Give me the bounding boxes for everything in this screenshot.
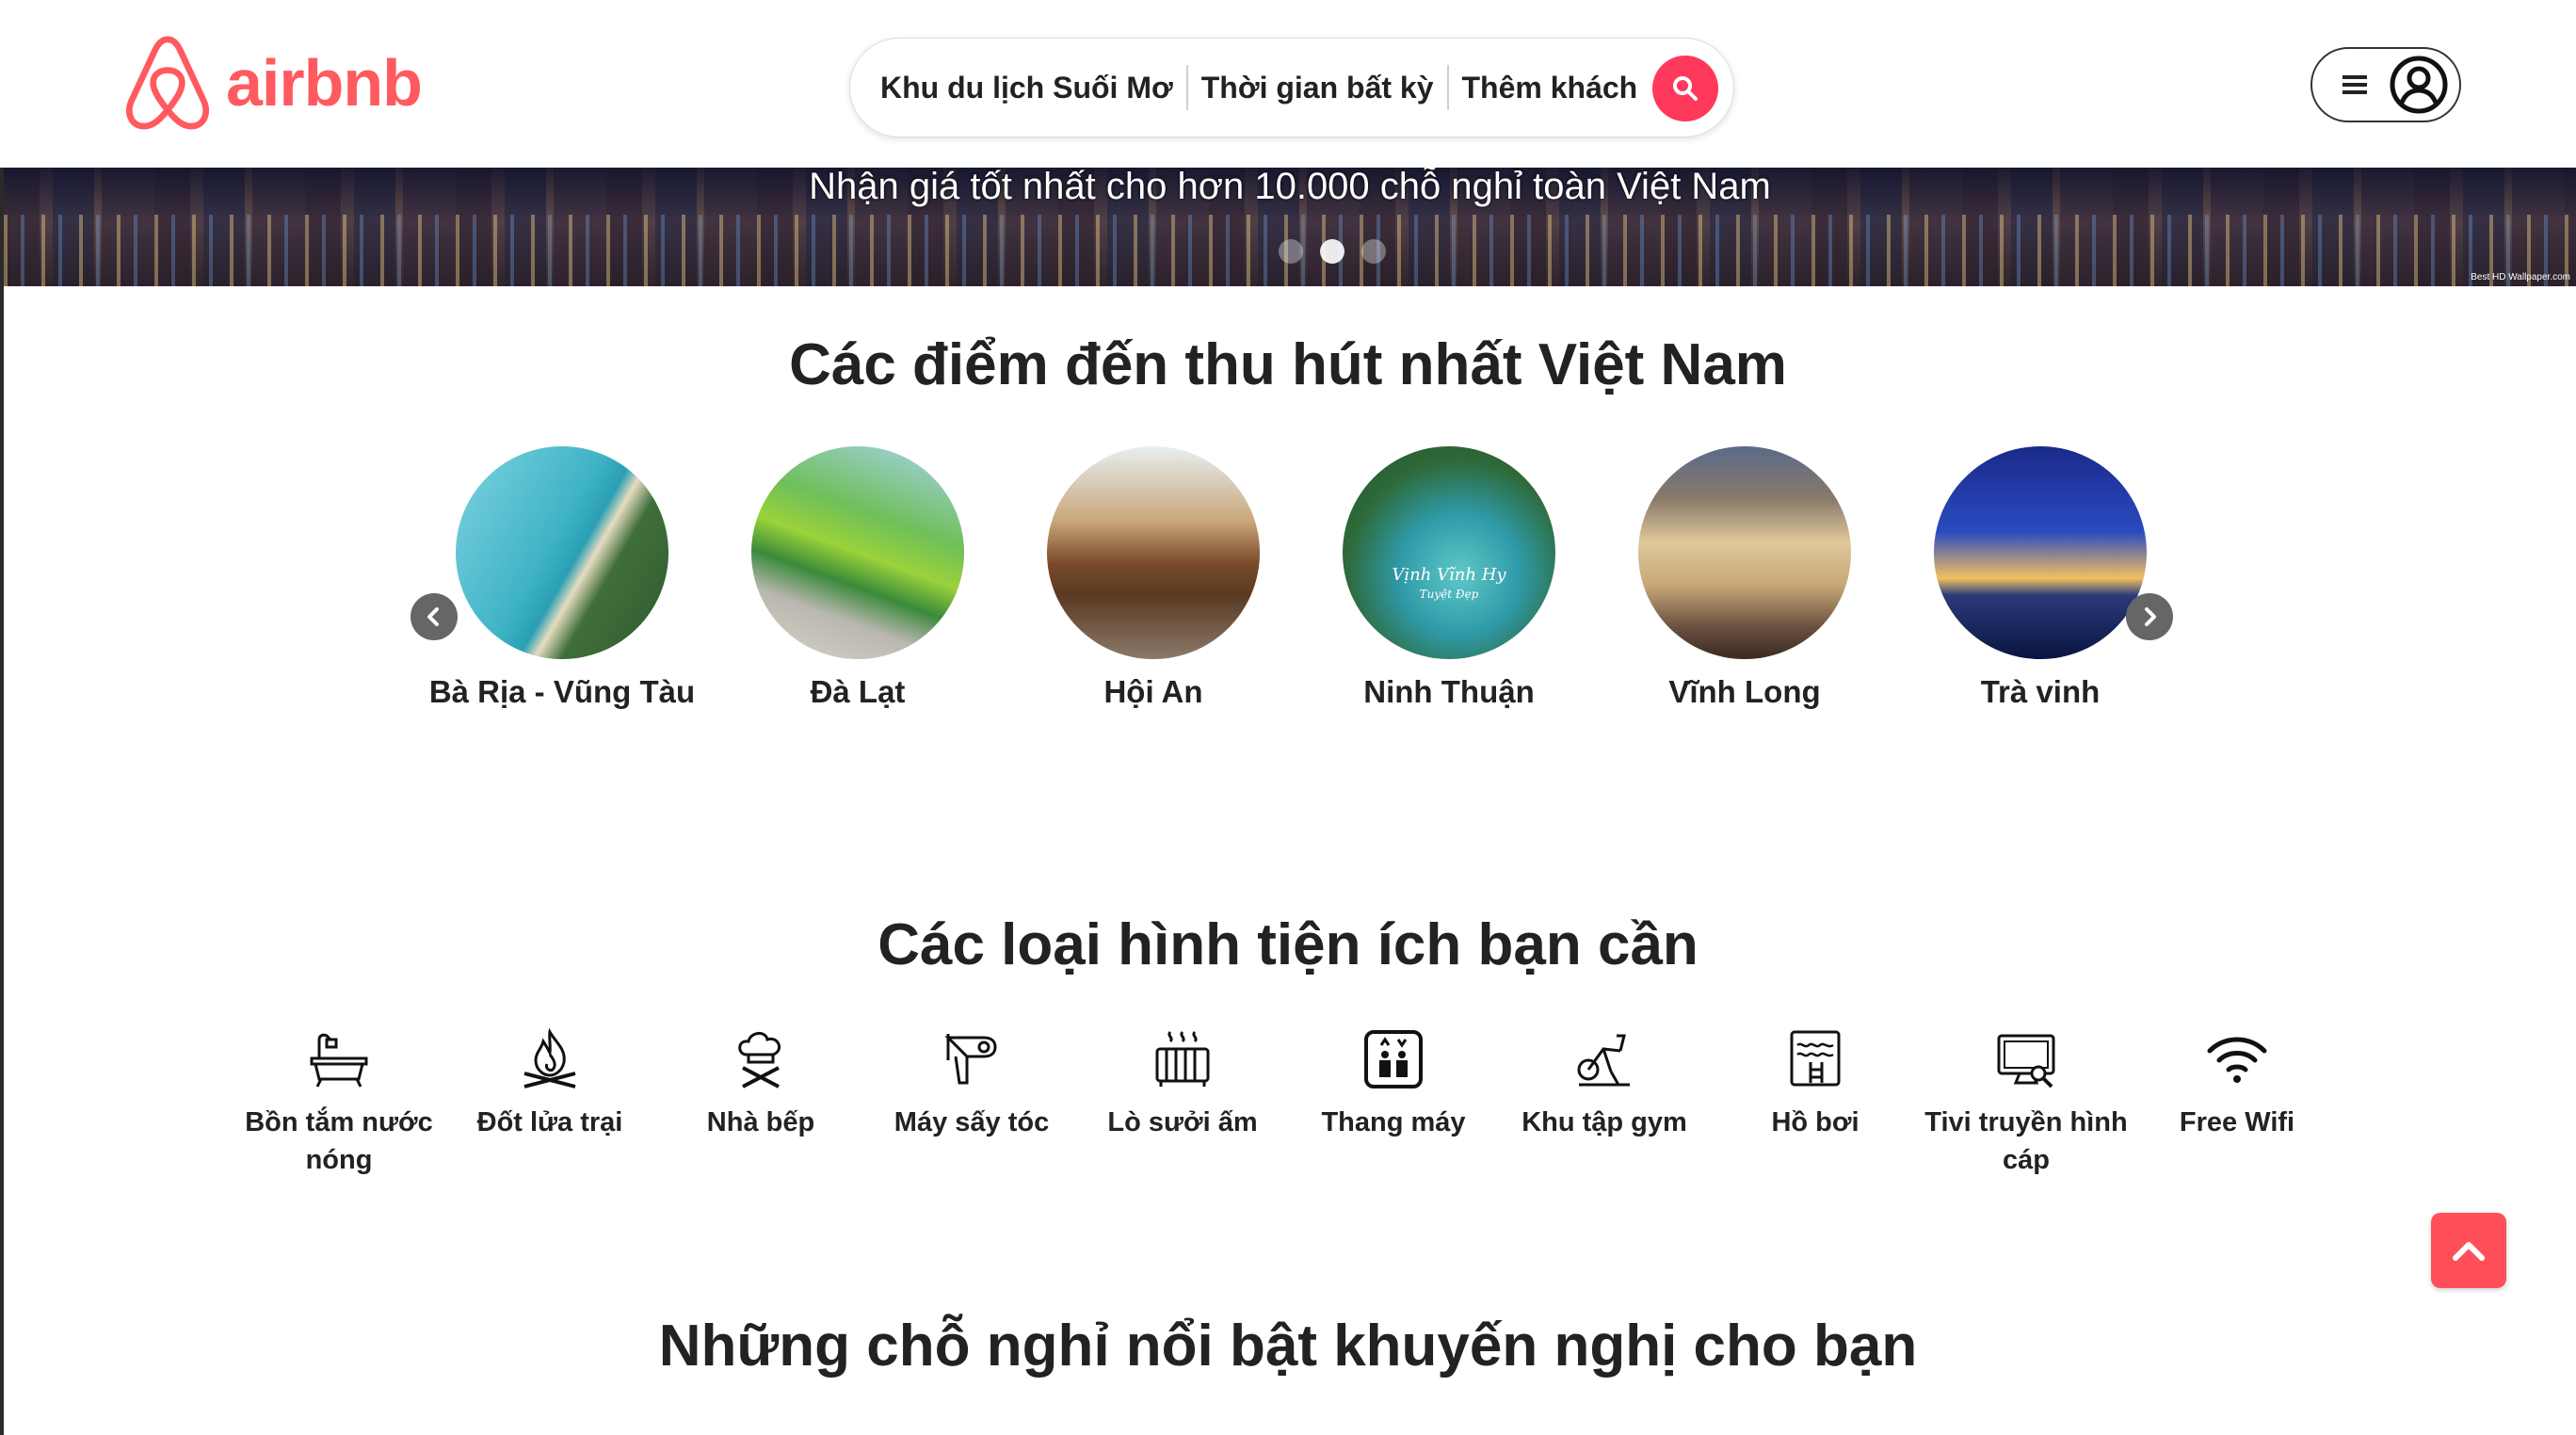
amenity-label: Lò sưởi ấm (1107, 1107, 1258, 1137)
amenity-item[interactable]: Thang máy (1290, 1026, 1497, 1141)
destination-item[interactable]: Vĩnh Long (1597, 446, 1892, 710)
hero-banner: Nhận giá tốt nhất cho hơn 10.000 chỗ ngh… (4, 168, 2576, 286)
destination-item[interactable]: Đà Lạt (710, 446, 1006, 710)
header: airbnb Khu du lịch Suối Mơ Thời gian bất… (0, 0, 2576, 168)
chevron-right-icon (2145, 607, 2156, 626)
amenity-label: Thang máy (1321, 1107, 1466, 1137)
destination-image-beach (456, 446, 668, 659)
search-bar[interactable]: Khu du lịch Suối Mơ Thời gian bất kỳ Thê… (849, 38, 1734, 137)
wifi-icon (2207, 1037, 2267, 1083)
destination-image-hoian (1047, 446, 1260, 659)
amenities-title: Các loại hình tiện ích bạn cần (877, 912, 1699, 977)
destination-carousel: Bà Rịa - Vũng Tàu Đà Lạt Hội An Vịnh Vĩn… (414, 446, 2184, 729)
amenity-item[interactable]: Free Wifi (2133, 1026, 2341, 1141)
user-avatar-icon (2390, 56, 2448, 114)
amenity-label: Tivi truyền hình cáp (1924, 1107, 2128, 1175)
amenity-label: Nhà bếp (706, 1107, 815, 1137)
elevator-icon (1364, 1030, 1423, 1088)
amenity-label: Free Wifi (2179, 1107, 2295, 1137)
destination-item[interactable]: Bà Rịa - Vũng Tàu (414, 446, 710, 710)
destination-image-travinh (1934, 446, 2147, 659)
banner-dots (1279, 239, 1386, 264)
banner-dot[interactable] (1361, 239, 1386, 264)
destination-image-ninhthuan: Vịnh Vĩnh Hy Tuyệt Đẹp (1343, 446, 1555, 659)
search-button[interactable] (1652, 56, 1718, 121)
destination-name: Trà vinh (1980, 674, 2101, 709)
amenity-item[interactable]: Lò sưởi ấm (1079, 1026, 1286, 1141)
search-guests[interactable]: Thêm khách (1449, 71, 1651, 105)
destination-name: Ninh Thuận (1363, 674, 1535, 709)
tv-icon (1997, 1034, 2055, 1088)
user-menu-button[interactable] (2310, 47, 2461, 122)
amenity-item[interactable]: Khu tập gym (1501, 1026, 1708, 1141)
amenity-item[interactable]: Nhà bếp (657, 1026, 864, 1141)
amenity-list: Bồn tắm nước nóng Đốt lửa trại Nhà bếp M… (235, 1026, 2335, 1196)
destination-name: Vĩnh Long (1668, 674, 1821, 709)
airbnb-logo-icon (126, 36, 209, 130)
amenity-item[interactable]: Bồn tắm nước nóng (235, 1026, 443, 1179)
hair-dryer-icon (944, 1034, 997, 1085)
back-to-top-button[interactable] (2431, 1213, 2506, 1288)
banner-dot[interactable] (1279, 239, 1303, 264)
amenity-label: Khu tập gym (1521, 1107, 1687, 1137)
image-caption: Vịnh Vĩnh Hy (1392, 565, 1506, 585)
destination-image-vinhlong (1638, 446, 1851, 659)
featured-title: Những chỗ nghỉ nổi bật khuyến nghị cho b… (658, 1314, 1918, 1379)
banner-dot-active[interactable] (1320, 239, 1344, 264)
amenity-label: Đốt lửa trại (476, 1107, 623, 1137)
amenity-item[interactable]: Tivi truyền hình cáp (1923, 1026, 2130, 1179)
destination-item[interactable]: Vịnh Vĩnh Hy Tuyệt Đẹp Ninh Thuận (1301, 446, 1597, 710)
image-subcaption: Tuyệt Đẹp (1419, 588, 1479, 601)
chef-icon (738, 1032, 781, 1088)
brand-name: airbnb (226, 46, 423, 120)
destination-name: Hội An (1103, 674, 1203, 709)
carousel-next-button[interactable] (2126, 593, 2173, 640)
destinations-title: Các điểm đến thu hút nhất Việt Nam (789, 332, 1787, 397)
amenity-item[interactable]: Hồ bơi (1712, 1026, 1919, 1141)
destination-image-dalat (751, 446, 964, 659)
search-time[interactable]: Thời gian bất kỳ (1188, 71, 1447, 105)
banner-credit: Best HD Wallpaper.com (2471, 272, 2570, 282)
chevron-left-icon (427, 607, 439, 626)
search-location[interactable]: Khu du lịch Suối Mơ (867, 71, 1186, 105)
amenity-label: Bồn tắm nước nóng (245, 1107, 433, 1175)
amenity-label: Máy sấy tóc (894, 1107, 1050, 1137)
destination-item[interactable]: Hội An (1006, 446, 1301, 710)
amenity-label: Hồ bơi (1771, 1107, 1860, 1137)
pool-icon (1790, 1030, 1841, 1087)
destination-name: Đà Lạt (810, 674, 906, 709)
heater-icon (1155, 1030, 1210, 1087)
amenity-item[interactable]: Máy sấy tóc (868, 1026, 1075, 1141)
hamburger-menu-icon (2343, 75, 2367, 94)
destination-name: Bà Rịa - Vũng Tàu (428, 674, 696, 709)
amenity-item[interactable]: Đốt lửa trại (446, 1026, 653, 1141)
search-icon (1673, 76, 1698, 101)
banner-text: Nhận giá tốt nhất cho hơn 10.000 chỗ ngh… (809, 168, 1771, 207)
bathtub-icon (310, 1033, 368, 1088)
carousel-prev-button[interactable] (411, 593, 458, 640)
destination-item[interactable]: Trà vinh (1892, 446, 2188, 710)
exercise-bike-icon (1577, 1034, 1630, 1087)
chevron-up-icon (2453, 1242, 2485, 1261)
airbnb-logo[interactable]: airbnb (122, 34, 423, 132)
campfire-icon (523, 1027, 576, 1088)
